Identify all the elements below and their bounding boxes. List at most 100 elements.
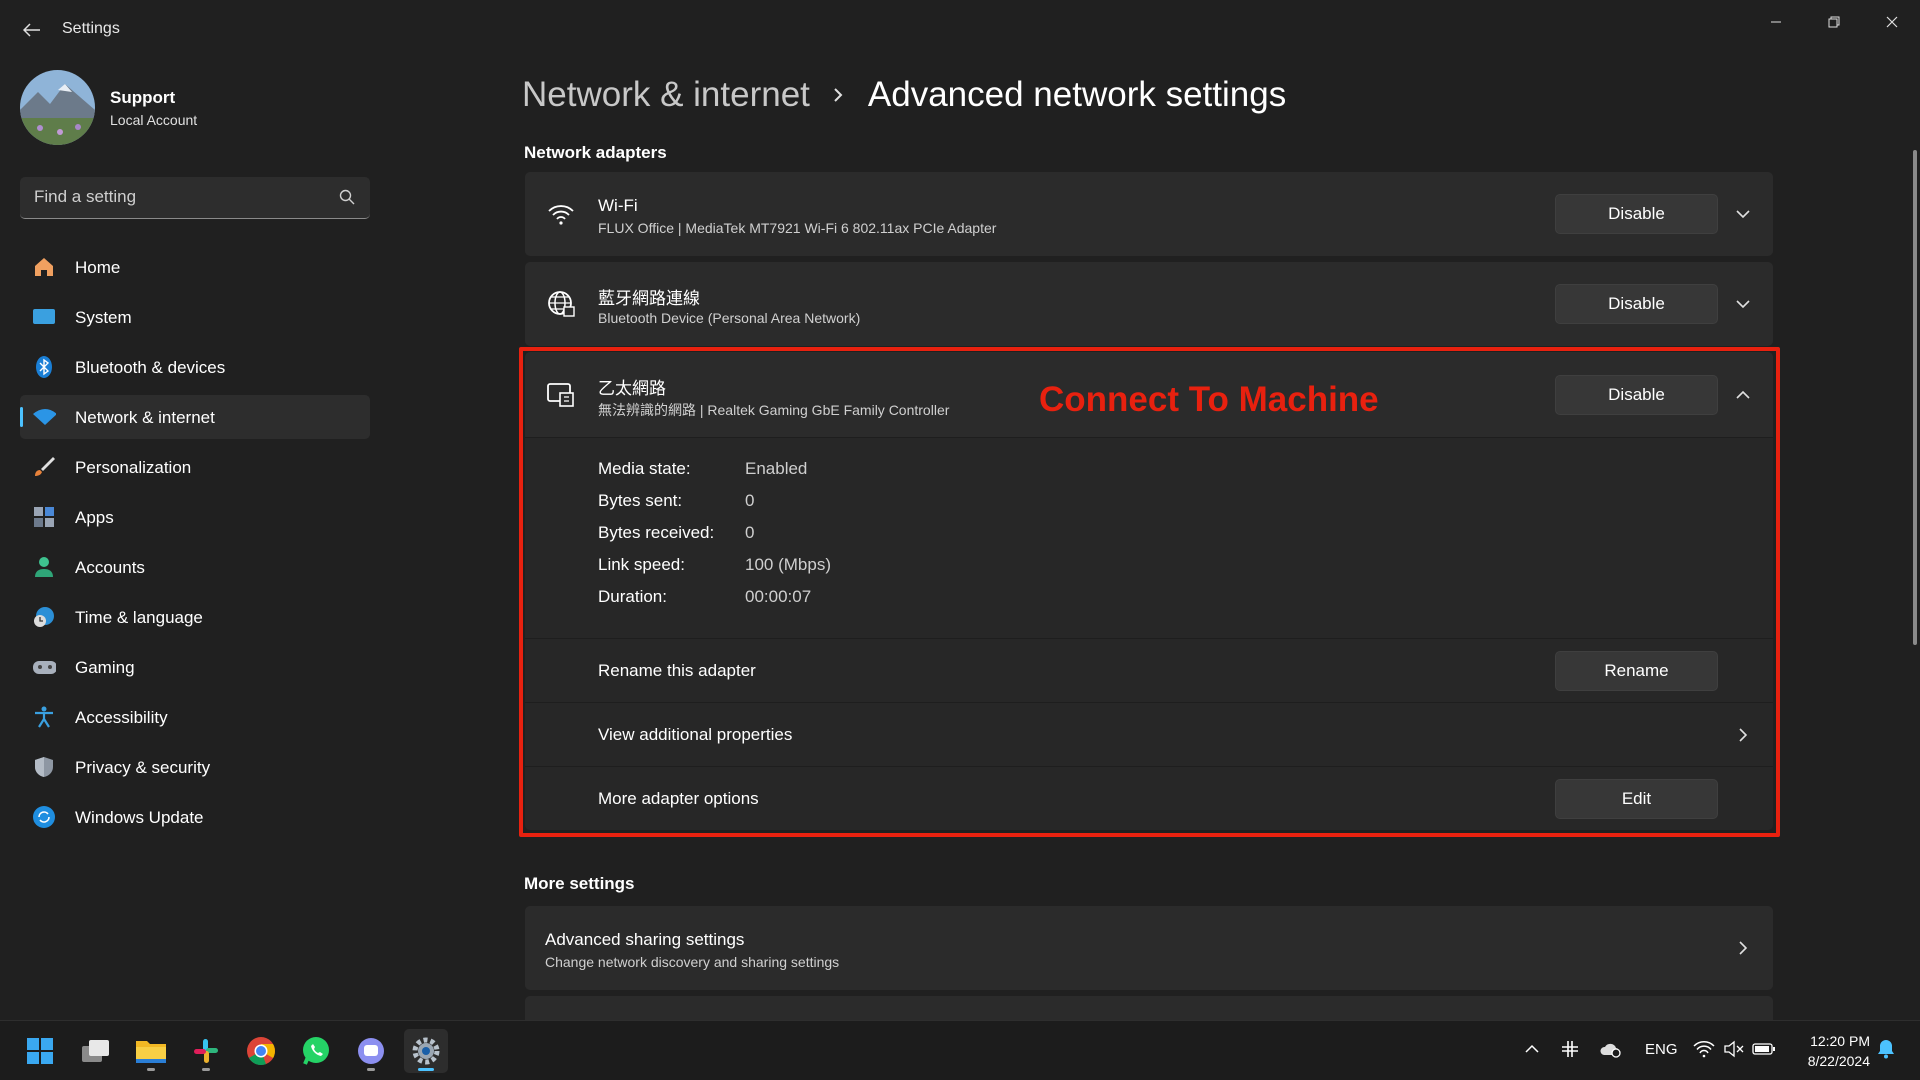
sidebar-item-privacy[interactable]: Privacy & security (20, 745, 370, 789)
sidebar-item-personalization[interactable]: Personalization (20, 445, 370, 489)
chrome-icon (247, 1037, 275, 1066)
start-icon (27, 1038, 53, 1064)
sidebar-item-system[interactable]: System (20, 295, 370, 339)
sidebar-item-time-language[interactable]: Time & language (20, 595, 370, 639)
scrollbar[interactable] (1913, 150, 1917, 645)
minimize-icon (1771, 21, 1781, 23)
sidebar-item-label: Gaming (75, 658, 135, 677)
clock-time: 12:20 PM (1810, 1033, 1870, 1049)
search-box[interactable] (20, 177, 370, 219)
back-button[interactable] (16, 14, 48, 46)
adapter-description: FLUX Office | MediaTek MT7921 Wi-Fi 6 80… (598, 220, 997, 236)
battery-tray-button[interactable] (1752, 1037, 1776, 1061)
battery-icon (1752, 1043, 1775, 1055)
restore-button[interactable] (1808, 6, 1860, 38)
profile-account-type: Local Account (110, 112, 198, 128)
arrow-left-icon (23, 23, 40, 37)
sidebar-item-label: Bluetooth & devices (75, 358, 226, 377)
restore-icon (1828, 16, 1840, 28)
disable-bluetooth-button[interactable]: Disable (1555, 284, 1718, 324)
sidebar-item-label: Home (75, 258, 121, 277)
highlight-box (519, 347, 1780, 837)
chevron-down-icon[interactable] (1731, 292, 1755, 316)
breadcrumb-parent-link[interactable]: Network & internet (522, 75, 810, 115)
update-icon (32, 805, 56, 829)
sidebar-item-accounts[interactable]: Accounts (20, 545, 370, 589)
chevron-right-icon (1731, 936, 1755, 960)
chat-icon (358, 1038, 384, 1064)
taskbar: ENG 12:20 PM 8/22/2024 (0, 1020, 1920, 1080)
sidebar-item-accessibility[interactable]: Accessibility (20, 695, 370, 739)
start-button[interactable] (18, 1029, 62, 1073)
chrome-button[interactable] (239, 1029, 283, 1073)
sidebar-item-label: Time & language (75, 608, 203, 627)
chat-app-button[interactable] (349, 1029, 393, 1073)
sidebar-item-label: Network & internet (75, 408, 215, 427)
whatsapp-icon (303, 1037, 329, 1065)
running-indicator (367, 1068, 375, 1071)
close-button[interactable] (1866, 6, 1918, 38)
minimize-button[interactable] (1750, 6, 1802, 38)
apps-icon (32, 505, 56, 529)
sidebar-item-apps[interactable]: Apps (20, 495, 370, 539)
input-language-indicator[interactable]: ENG (1645, 1041, 1678, 1058)
sidebar-item-label: Accounts (75, 558, 145, 577)
chevron-down-icon[interactable] (1731, 202, 1755, 226)
sidebar-item-network[interactable]: Network & internet (20, 395, 370, 439)
network-icon (32, 405, 56, 429)
avatar (20, 70, 95, 145)
brush-icon (32, 455, 56, 479)
whatsapp-button[interactable] (294, 1029, 338, 1073)
annotation-label: Connect To Machine (1039, 380, 1379, 419)
shield-icon (32, 755, 56, 779)
sidebar-item-windows-update[interactable]: Windows Update (20, 795, 370, 839)
sidebar-item-label: Accessibility (75, 708, 168, 727)
page-title: Advanced network settings (867, 75, 1287, 114)
bell-icon (1878, 1040, 1894, 1059)
clock[interactable]: 12:20 PM 8/22/2024 (1790, 1031, 1870, 1071)
file-explorer-button[interactable] (129, 1029, 173, 1073)
sidebar-item-label: System (75, 308, 132, 327)
adapter-card-bluetooth[interactable]: 藍牙網路連線 Bluetooth Device (Personal Area N… (525, 262, 1773, 346)
settings-taskbar-button[interactable] (404, 1029, 448, 1073)
slack-tray-icon (1562, 1041, 1578, 1057)
adapter-description: Bluetooth Device (Personal Area Network) (598, 310, 861, 326)
section-title-network-adapters: Network adapters (524, 143, 667, 162)
notifications-button[interactable] (1874, 1037, 1898, 1061)
wifi-icon (1693, 1041, 1715, 1058)
breadcrumb: Network & internet Advanced network sett… (522, 70, 1286, 120)
sidebar-item-gaming[interactable]: Gaming (20, 645, 370, 689)
show-hidden-icons-button[interactable] (1520, 1037, 1544, 1061)
adapter-name: Wi-Fi (598, 196, 638, 215)
sidebar-item-home[interactable]: Home (20, 245, 370, 289)
slack-button[interactable] (184, 1029, 228, 1073)
next-settings-card[interactable] (525, 996, 1773, 1020)
advanced-sharing-settings-card[interactable]: Advanced sharing settings Change network… (525, 906, 1773, 990)
running-indicator (147, 1068, 155, 1071)
volume-tray-button[interactable] (1722, 1037, 1746, 1061)
bluetooth-icon (32, 355, 56, 379)
advanced-sharing-description: Change network discovery and sharing set… (545, 954, 840, 970)
section-title-more-settings: More settings (524, 874, 635, 893)
chevron-right-icon (832, 85, 846, 105)
sidebar-item-label: Privacy & security (75, 758, 211, 777)
accessibility-icon (32, 705, 56, 729)
home-icon (32, 255, 56, 279)
search-icon (339, 189, 355, 205)
user-profile[interactable]: Support Local Account (20, 70, 360, 146)
advanced-sharing-title: Advanced sharing settings (545, 930, 745, 949)
sidebar-item-bluetooth[interactable]: Bluetooth & devices (20, 345, 370, 389)
task-view-button[interactable] (74, 1029, 118, 1073)
search-input[interactable] (20, 177, 320, 217)
landscape-avatar-image (20, 70, 95, 145)
globe-clock-icon (32, 605, 56, 629)
settings-icon (412, 1037, 440, 1065)
chevron-up-icon (1525, 1044, 1539, 1053)
network-tray-button[interactable] (1692, 1037, 1716, 1061)
clock-date: 8/22/2024 (1807, 1053, 1870, 1069)
disable-wifi-button[interactable]: Disable (1555, 194, 1718, 234)
sidebar-nav: Home System Bluetooth & devices Network … (20, 245, 370, 845)
adapter-card-wifi[interactable]: Wi-Fi FLUX Office | MediaTek MT7921 Wi-F… (525, 172, 1773, 256)
slack-tray-button[interactable] (1558, 1037, 1582, 1061)
onedrive-tray-button[interactable] (1599, 1037, 1623, 1061)
